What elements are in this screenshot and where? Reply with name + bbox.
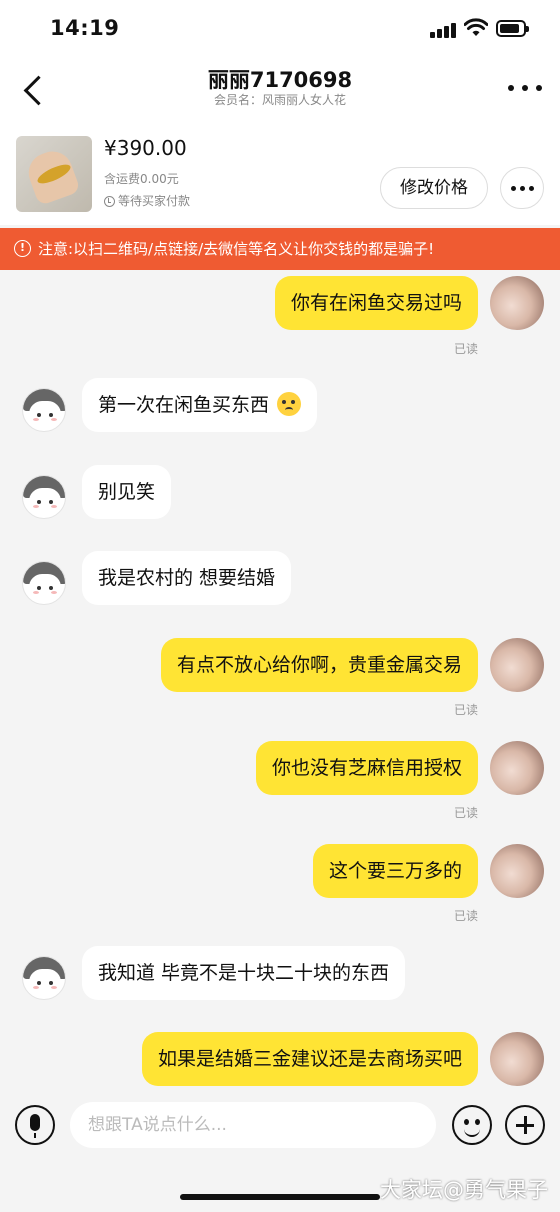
message-bubble[interactable]: 你也没有芝麻信用授权 [255, 741, 478, 795]
message-text: 第一次在闲鱼买东西 [98, 394, 270, 416]
buyer-avatar[interactable] [22, 388, 66, 432]
message-me: 如果是结婚三金建议还是去商场买吧 [0, 1030, 560, 1090]
buyer-avatar[interactable] [22, 561, 66, 605]
warning-icon: ! [14, 240, 31, 257]
my-avatar[interactable] [490, 638, 544, 692]
emoji-smiley-icon[interactable] [452, 1105, 492, 1145]
signal-icon [430, 22, 458, 38]
message-other: 第一次在闲鱼买东西 [0, 378, 560, 438]
message-other: 我知道 毕竟不是十块二十块的东西 [0, 946, 560, 1006]
member-name: 会员名：风雨丽人女人花 [213, 93, 346, 107]
message-bubble[interactable]: 我知道 毕竟不是十块二十块的东西 [82, 946, 406, 1000]
message-bubble[interactable]: 如果是结婚三金建议还是去商场买吧 [141, 1032, 478, 1086]
watermark-text: 大家坛@勇气果子 [380, 1178, 548, 1202]
read-receipt: 已读 [453, 342, 478, 356]
anxious-face-emoji-icon [277, 392, 302, 416]
message-bubble[interactable]: 我是农村的 想要结婚 [82, 551, 292, 605]
message-bubble[interactable]: 有点不放心给你啊，贵重金属交易 [160, 638, 478, 692]
product-price: ¥390.00 [104, 136, 187, 160]
modify-price-button[interactable]: 修改价格 [380, 167, 488, 209]
my-avatar[interactable] [490, 741, 544, 795]
message-bubble[interactable]: 这个要三万多的 [312, 844, 478, 898]
message-bubble[interactable]: 你有在闲鱼交易过吗 [274, 276, 478, 330]
message-me: 这个要三万多的 已读 [0, 840, 560, 930]
message-me: 你有在闲鱼交易过吗 已读 [0, 270, 560, 360]
wifi-icon [464, 18, 488, 36]
order-status-text: 等待买家付款 [118, 194, 191, 208]
my-avatar[interactable] [490, 1032, 544, 1086]
buyer-avatar[interactable] [22, 956, 66, 1000]
product-thumbnail[interactable] [16, 136, 92, 212]
message-input[interactable] [70, 1102, 436, 1148]
input-bar: 大家坛@勇气果子 [0, 1090, 560, 1212]
status-bar: 14:19 [0, 0, 560, 60]
message-other: 别见笑 [0, 465, 560, 525]
nav-bar: 丽丽7170698 会员名：风雨丽人女人花 [0, 60, 560, 120]
chat-area[interactable]: 你有在闲鱼交易过吗 已读 第一次在闲鱼买东西 别见笑 我是农村的 想要结婚 有点… [0, 270, 560, 1090]
home-indicator [180, 1194, 380, 1200]
message-bubble[interactable]: 第一次在闲鱼买东西 [82, 378, 318, 432]
microphone-icon[interactable] [15, 1105, 55, 1145]
read-receipt: 已读 [453, 703, 478, 717]
plus-icon[interactable] [505, 1105, 545, 1145]
my-avatar[interactable] [490, 844, 544, 898]
my-avatar[interactable] [490, 276, 544, 330]
shipping-fee: 含运费0.00元 [104, 172, 179, 186]
status-time: 14:19 [50, 16, 120, 40]
read-receipt: 已读 [453, 806, 478, 820]
message-me: 有点不放心给你啊，贵重金属交易 已读 [0, 634, 560, 724]
buyer-avatar[interactable] [22, 475, 66, 519]
fraud-warning-banner: ! 注意:以扫二维码/点链接/去微信等名义让你交钱的都是骗子! [0, 228, 560, 270]
chat-title: 丽丽7170698 [207, 68, 353, 92]
more-menu-icon[interactable] [508, 78, 542, 98]
battery-icon [496, 20, 529, 37]
message-other: 我是农村的 想要结婚 [0, 551, 560, 611]
message-me: 你也没有芝麻信用授权 已读 [0, 737, 560, 827]
message-bubble[interactable]: 别见笑 [82, 465, 172, 519]
header-area: 14:19 丽丽7170698 会员名：风雨丽人女人花 ¥390.00 含运费0… [0, 0, 560, 225]
warning-text: 注意:以扫二维码/点链接/去微信等名义让你交钱的都是骗子! [38, 240, 435, 258]
product-card[interactable]: ¥390.00 含运费0.00元 等待买家付款 修改价格 [0, 132, 560, 225]
clock-icon [104, 196, 115, 207]
order-status: 等待买家付款 [104, 192, 190, 209]
read-receipt: 已读 [453, 909, 478, 923]
product-more-button[interactable] [500, 167, 544, 209]
